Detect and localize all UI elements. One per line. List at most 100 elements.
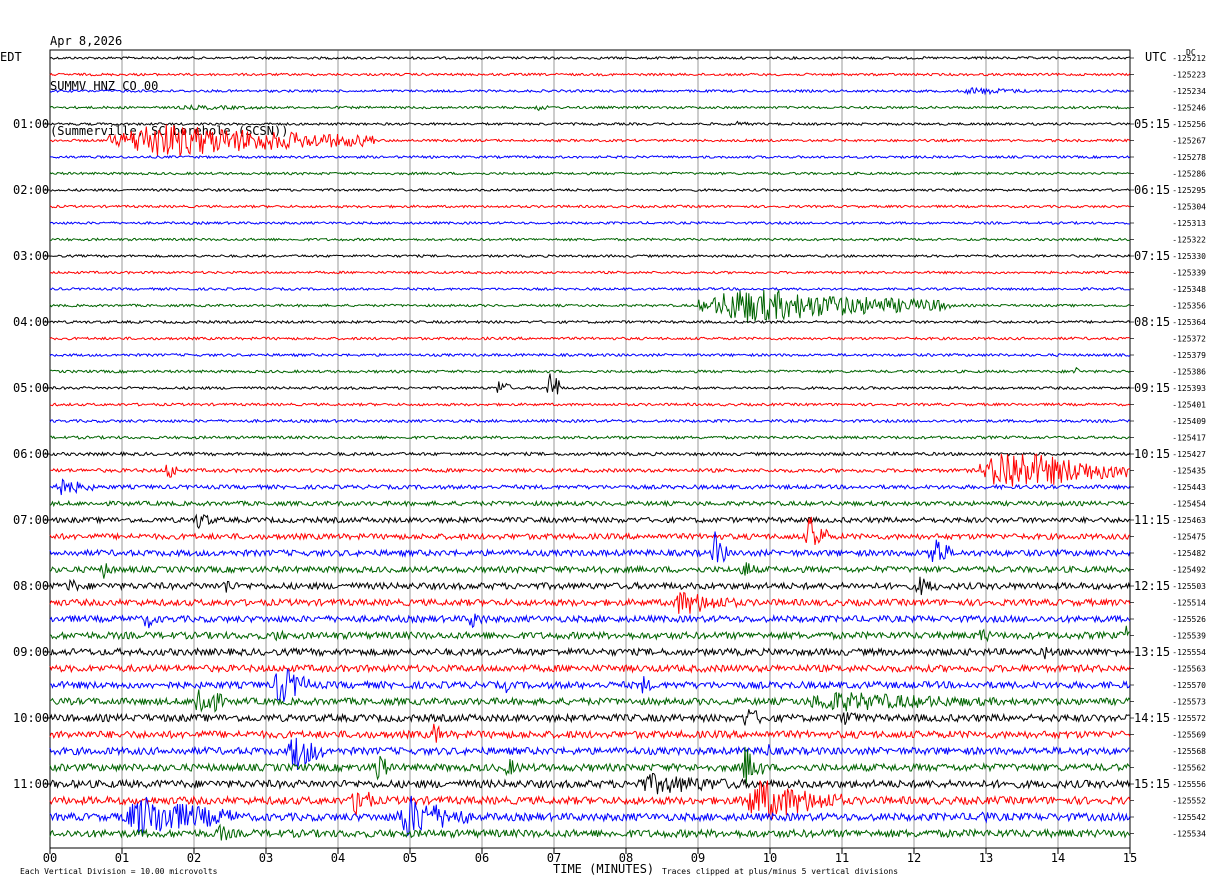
trace-green bbox=[49, 499, 1131, 508]
x-tick-label: 14 bbox=[1051, 851, 1065, 865]
trace-green bbox=[49, 625, 1131, 643]
dc-offset-label: -125330 bbox=[1172, 252, 1206, 261]
trace-blue bbox=[49, 668, 1131, 702]
dc-offset-label: -125475 bbox=[1172, 533, 1206, 542]
right-hour-label: 05:15 bbox=[1134, 117, 1170, 131]
left-hour-label: 05:00 bbox=[13, 381, 49, 395]
x-tick-label: 05 bbox=[403, 851, 417, 865]
dc-offset-label: -125492 bbox=[1172, 566, 1206, 575]
trace-red bbox=[49, 591, 1131, 614]
trace-black bbox=[49, 451, 1131, 457]
dc-offset-label: -125556 bbox=[1172, 780, 1206, 789]
dc-offset-label: -125542 bbox=[1172, 813, 1206, 822]
x-tick-label: 01 bbox=[115, 851, 129, 865]
trace-black bbox=[49, 576, 1131, 596]
dc-offset-label: -125386 bbox=[1172, 368, 1206, 377]
trace-red bbox=[49, 270, 1131, 275]
dc-offset-label: -125554 bbox=[1172, 648, 1206, 657]
dc-offset-label: -125417 bbox=[1172, 434, 1206, 443]
dc-offset-label: -125278 bbox=[1172, 153, 1206, 162]
dc-offset-label: -125286 bbox=[1172, 170, 1206, 179]
left-hour-label: 11:00 bbox=[13, 777, 49, 791]
trace-blue bbox=[49, 86, 1131, 96]
dc-offset-label: -125563 bbox=[1172, 665, 1206, 674]
right-timezone-label: UTC bbox=[1145, 50, 1167, 64]
trace-green bbox=[49, 237, 1131, 242]
x-tick-label: 15 bbox=[1123, 851, 1137, 865]
trace-blue bbox=[49, 154, 1131, 160]
dc-offset-label: -125573 bbox=[1172, 698, 1206, 707]
dc-offset-label: -125526 bbox=[1172, 615, 1206, 624]
left-hour-label: 09:00 bbox=[13, 645, 49, 659]
dc-offset-label: -125379 bbox=[1172, 351, 1206, 360]
trace-black bbox=[49, 709, 1131, 726]
dc-offset-label: -125443 bbox=[1172, 483, 1206, 492]
trace-black bbox=[49, 646, 1131, 660]
dc-offset-label: -125364 bbox=[1172, 318, 1206, 327]
right-hour-label: 06:15 bbox=[1134, 183, 1170, 197]
x-tick-label: 06 bbox=[475, 851, 489, 865]
trace-blue bbox=[49, 352, 1131, 358]
trace-black bbox=[49, 120, 1131, 127]
left-hour-label: 10:00 bbox=[13, 711, 49, 725]
trace-black bbox=[49, 55, 1131, 61]
trace-blue bbox=[49, 737, 1131, 770]
trace-blue bbox=[49, 220, 1131, 226]
right-hour-label: 10:15 bbox=[1134, 447, 1170, 461]
dc-offset-label: -125435 bbox=[1172, 467, 1206, 476]
dc-offset-label: -125569 bbox=[1172, 731, 1206, 740]
dc-offset-label: -125356 bbox=[1172, 302, 1206, 311]
trace-red bbox=[49, 663, 1131, 674]
left-hour-label: 01:00 bbox=[13, 117, 49, 131]
dc-offset-label: -125534 bbox=[1172, 830, 1206, 839]
trace-red bbox=[49, 723, 1131, 743]
right-hour-label: 07:15 bbox=[1134, 249, 1170, 263]
x-tick-label: 11 bbox=[835, 851, 849, 865]
trace-black bbox=[49, 513, 1131, 530]
dc-offset-label: -125539 bbox=[1172, 632, 1206, 641]
left-hour-label: 06:00 bbox=[13, 447, 49, 461]
left-hour-label: 07:00 bbox=[13, 513, 49, 527]
trace-black bbox=[49, 772, 1131, 795]
dc-offset-label: -125463 bbox=[1172, 516, 1206, 525]
x-tick-label: 02 bbox=[187, 851, 201, 865]
trace-green bbox=[49, 289, 1131, 324]
x-tick-label: 00 bbox=[43, 851, 57, 865]
dc-offset-label: -125234 bbox=[1172, 87, 1206, 96]
trace-red bbox=[49, 402, 1131, 407]
x-axis-title: TIME (MINUTES) bbox=[553, 862, 655, 876]
right-hour-label: 08:15 bbox=[1134, 315, 1170, 329]
dc-offset-label: -125409 bbox=[1172, 417, 1206, 426]
left-hour-label: 03:00 bbox=[13, 249, 49, 263]
trace-green bbox=[49, 823, 1131, 841]
left-hour-label: 02:00 bbox=[13, 183, 49, 197]
trace-green bbox=[49, 562, 1131, 579]
dc-offset-label: -125570 bbox=[1172, 681, 1206, 690]
trace-green bbox=[49, 434, 1131, 440]
dc-offset-label: -125322 bbox=[1172, 236, 1206, 245]
x-tick-label: 09 bbox=[691, 851, 705, 865]
x-tick-label: 13 bbox=[979, 851, 993, 865]
trace-red bbox=[49, 336, 1131, 341]
right-hour-label: 09:15 bbox=[1134, 381, 1170, 395]
dc-offset-label: -125212 bbox=[1172, 54, 1206, 63]
dc-offset-label: -125313 bbox=[1172, 219, 1206, 228]
trace-blue bbox=[49, 418, 1131, 424]
trace-green bbox=[49, 171, 1131, 176]
x-tick-label: 12 bbox=[907, 851, 921, 865]
trace-black bbox=[49, 319, 1131, 325]
trace-red bbox=[49, 124, 1131, 157]
trace-black bbox=[49, 373, 1131, 395]
dc-offset-label: -125304 bbox=[1172, 203, 1206, 212]
trace-blue bbox=[49, 613, 1131, 629]
x-tick-label: 10 bbox=[763, 851, 777, 865]
dc-offset-label: -125503 bbox=[1172, 582, 1206, 591]
dc-offset-label: -125295 bbox=[1172, 186, 1206, 195]
dc-offset-label: -125393 bbox=[1172, 384, 1206, 393]
trace-blue bbox=[49, 478, 1131, 496]
dc-offset-label: -125401 bbox=[1172, 401, 1206, 410]
clip-note: Traces clipped at plus/minus 5 vertical … bbox=[662, 867, 899, 876]
right-hour-label: 12:15 bbox=[1134, 579, 1170, 593]
dc-offset-label: -125348 bbox=[1172, 285, 1206, 294]
dc-offset-label: -125339 bbox=[1172, 269, 1206, 278]
